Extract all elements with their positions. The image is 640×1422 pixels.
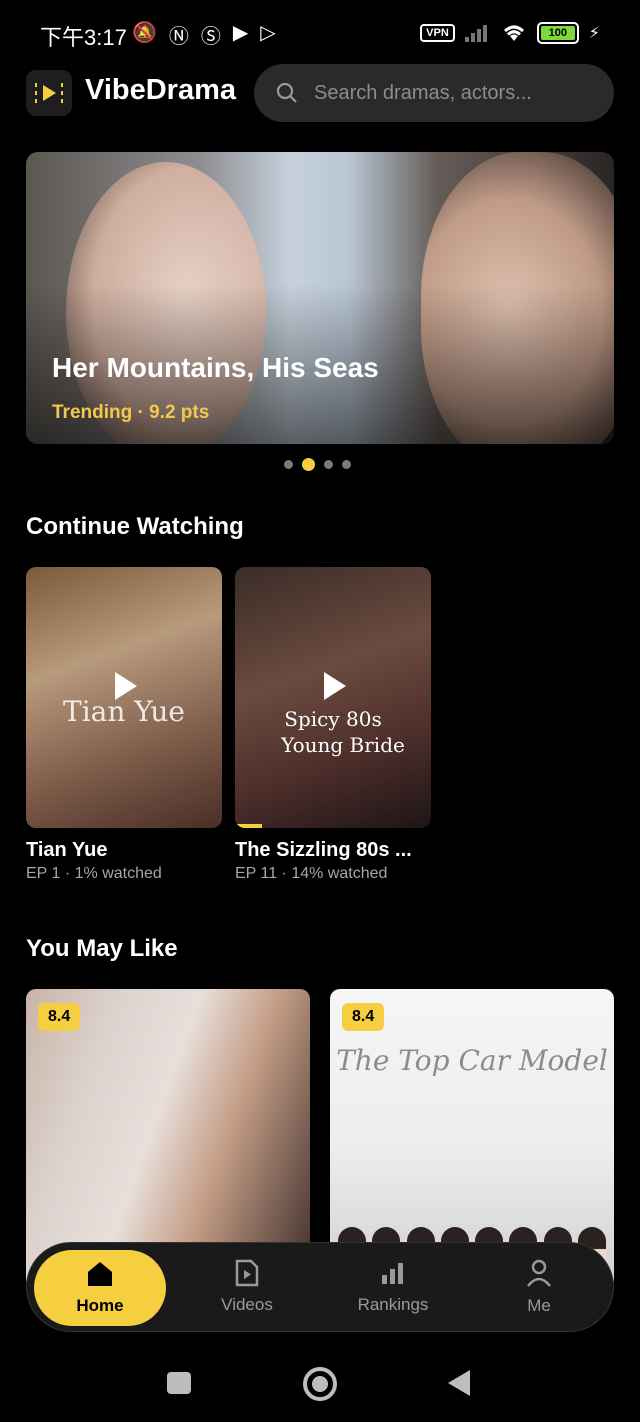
cover-text: Tian Yue	[63, 695, 185, 728]
search-bar[interactable]: Search dramas, actors...	[254, 64, 614, 122]
hero-subtitle: Trending · 9.2 pts	[52, 402, 210, 423]
bottom-nav: Home Videos Rankings Me	[26, 1242, 614, 1332]
continue-card-tian-yue[interactable]: Tian Yue	[26, 567, 222, 828]
nfc-icon: Ⓝ	[168, 26, 189, 48]
nav-label: Home	[76, 1296, 124, 1315]
battery-icon: 100	[536, 22, 579, 44]
logo-icon	[35, 83, 63, 103]
rankings-icon	[382, 1263, 403, 1284]
cover-text: Spicy 80s	[284, 707, 382, 731]
nav-label: Rankings	[357, 1295, 429, 1314]
cover-text: The Top Car Model	[336, 1044, 608, 1077]
watch-progress-bar	[235, 824, 263, 828]
app-name: VibeDrama	[85, 74, 236, 106]
search-icon	[276, 82, 297, 103]
system-nav-bar	[0, 1340, 640, 1422]
carousel-dot[interactable]	[324, 460, 333, 469]
back-icon[interactable]	[448, 1370, 470, 1396]
battery-level: 100	[540, 26, 575, 40]
carousel-dot-active[interactable]	[302, 458, 315, 471]
mute-icon: 🔕	[132, 22, 157, 44]
status-bar: 下午3:17 🔕 Ⓝ Ⓢ ▶ ▷ VPN 100 ⚡	[0, 0, 640, 70]
rating-badge: 8.4	[38, 1003, 81, 1031]
continue-card-sizzling-80s[interactable]: Spicy 80s Young Bride	[235, 567, 431, 828]
vpn-badge: VPN	[420, 24, 455, 42]
play-icon	[115, 671, 137, 700]
nav-home[interactable]: Home	[34, 1250, 166, 1326]
status-time: 下午3:17	[40, 25, 127, 50]
continue-card-title: Tian Yue	[26, 839, 108, 861]
carousel-dot[interactable]	[342, 460, 351, 469]
carousel-indicator	[284, 458, 351, 471]
rating-badge: 8.4	[342, 1003, 385, 1031]
charging-icon: ⚡	[588, 25, 600, 42]
app-logo	[26, 70, 72, 116]
wifi-icon	[503, 25, 524, 41]
nav-me[interactable]: Me	[474, 1243, 604, 1331]
hero-title: Her Mountains, His Seas	[52, 352, 379, 383]
profile-icon	[527, 1259, 551, 1287]
nav-rankings[interactable]: Rankings	[328, 1243, 458, 1331]
signal-icon	[464, 25, 487, 42]
nav-videos[interactable]: Videos	[182, 1243, 312, 1331]
nav-label: Videos	[221, 1295, 273, 1314]
video-icon	[235, 1259, 259, 1287]
play-store-icon: ▷	[260, 22, 276, 44]
carousel-dot[interactable]	[284, 460, 293, 469]
search-placeholder: Search dramas, actors...	[314, 81, 532, 104]
continue-card-meta: EP 11 · 14% watched	[235, 865, 388, 882]
continue-card-meta: EP 1 · 1% watched	[26, 865, 162, 882]
home-button-icon[interactable]	[303, 1367, 337, 1401]
section-title-you-may-like: You May Like	[26, 935, 178, 962]
section-title-continue-watching: Continue Watching	[26, 513, 244, 540]
recents-icon[interactable]	[167, 1372, 191, 1394]
play-icon: ▶	[232, 22, 249, 44]
cover-text: Young Bride	[281, 733, 405, 757]
status-notification-icons: 🔕 Ⓝ Ⓢ ▶ ▷	[132, 20, 276, 49]
nav-label: Me	[527, 1296, 551, 1315]
hero-banner[interactable]: Her Mountains, His Seas Trending · 9.2 p…	[26, 152, 614, 444]
home-icon	[88, 1262, 112, 1286]
app-notification-icon: Ⓢ	[200, 26, 221, 48]
play-icon	[324, 671, 346, 700]
status-right: VPN 100 ⚡	[420, 22, 600, 44]
watch-progress-bar	[26, 824, 28, 828]
continue-card-title: The Sizzling 80s ...	[235, 839, 412, 861]
